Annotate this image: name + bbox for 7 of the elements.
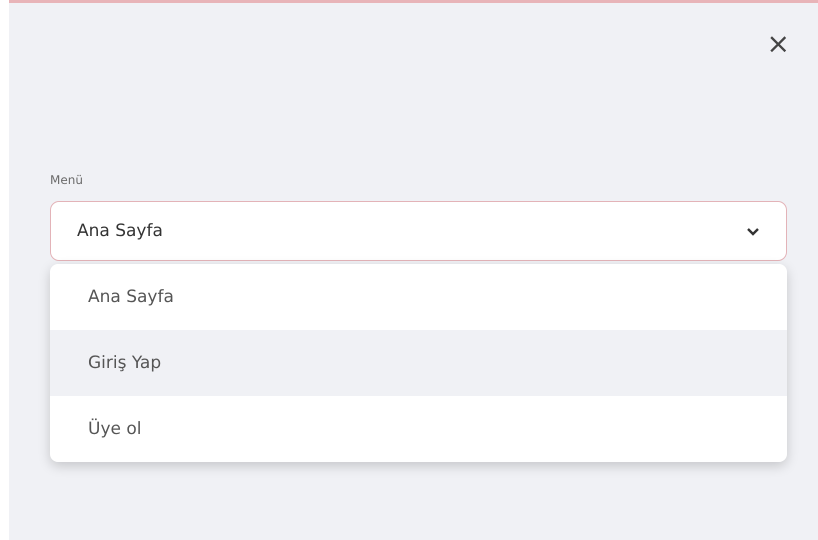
menu-option[interactable]: Giriş Yap [50,330,787,396]
field-label: Menü [50,173,84,187]
menu-option[interactable]: Ana Sayfa [50,264,787,330]
close-button[interactable]: × [766,25,790,63]
menu-select[interactable]: Ana Sayfa [50,201,787,261]
menu-option[interactable]: Üye ol [50,396,787,462]
chevron-down-icon [746,226,760,236]
